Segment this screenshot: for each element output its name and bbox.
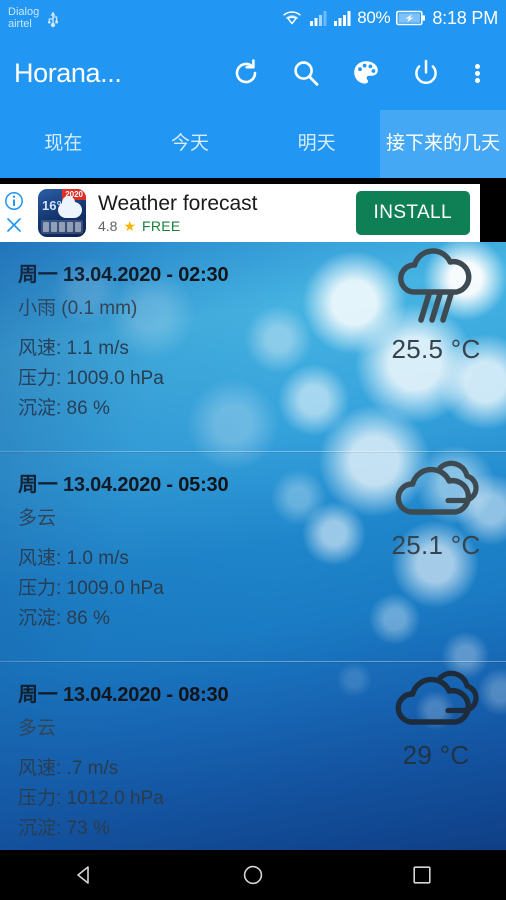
battery-percent: 80% (357, 8, 391, 27)
theme-button[interactable] (342, 49, 390, 97)
recents-icon (410, 863, 434, 887)
status-clock: 8:18 PM (432, 7, 498, 28)
nav-recents-button[interactable] (392, 850, 452, 900)
forecast-precipitation: 沉淀: 86 % (18, 608, 110, 629)
forecast-temperature: 29 °C (402, 740, 470, 770)
forecast-precipitation: 沉淀: 73 % (18, 818, 110, 839)
forecast-pressure: 压力: 1009.0 hPa (18, 578, 164, 599)
palette-icon (351, 58, 381, 88)
forecast-temperature: 25.5 °C (391, 334, 481, 364)
more-vert-icon (474, 62, 480, 85)
tab-now[interactable]: 现在 (0, 110, 127, 178)
wifi-icon (283, 11, 302, 25)
ad-info-icon[interactable] (4, 191, 24, 211)
ad-title: Weather forecast (98, 191, 258, 215)
nav-home-button[interactable] (223, 850, 283, 900)
ad-rating: 4.8 (98, 218, 118, 234)
ad-icon-cloud (58, 196, 82, 218)
tab-today[interactable]: 今天 (127, 110, 254, 178)
ad-subtitle: 4.8 ★ FREE (98, 218, 356, 235)
forecast-summary: 25.1 °C (376, 450, 496, 561)
forecast-list[interactable]: 周一 13.04.2020 - 02:30 小雨 (0.1 mm) 风速: 1.… (0, 242, 506, 850)
forecast-summary: 29 °C (376, 660, 496, 771)
forecast-row[interactable]: 周一 13.04.2020 - 02:30 小雨 (0.1 mm) 风速: 1.… (0, 242, 506, 452)
ad-icon-forecast-strip (41, 220, 83, 234)
back-icon (72, 863, 96, 887)
forecast-pressure: 压力: 1012.0 hPa (18, 788, 164, 809)
tab-next-days[interactable]: 接下来的几天 (380, 110, 506, 178)
carrier-line-1: Dialog (8, 6, 40, 18)
forecast-summary: 25.5 °C (376, 242, 496, 365)
carrier-label: Dialog airtel (8, 6, 39, 30)
refresh-button[interactable] (222, 49, 270, 97)
star-icon: ★ (123, 217, 137, 234)
forecast-row[interactable]: 周一 13.04.2020 - 05:30 多云 风速: 1.0 m/s 压力:… (0, 452, 506, 662)
app-bar-actions (222, 49, 492, 97)
ad-app-icon: 16°C 2020 (38, 189, 86, 237)
android-nav-bar (0, 850, 506, 900)
search-button[interactable] (282, 49, 330, 97)
overflow-menu-button[interactable] (462, 49, 492, 97)
home-icon (241, 863, 265, 887)
power-button[interactable] (402, 49, 450, 97)
ad-text-block: Weather forecast 4.8 ★ FREE (98, 192, 356, 235)
status-bar: Dialog airtel 80% 8:18 PM (0, 0, 506, 36)
tab-tomorrow[interactable]: 明天 (253, 110, 380, 178)
forecast-pressure: 压力: 1009.0 hPa (18, 368, 164, 389)
forecast-row[interactable]: 周一 13.04.2020 - 08:30 多云 风速: .7 m/s 压力: … (0, 662, 506, 850)
carrier-line-2: airtel (8, 18, 32, 30)
nav-back-button[interactable] (54, 850, 114, 900)
usb-icon (46, 8, 62, 28)
weather-app-screen: Dialog airtel 80% 8:18 PM Horana... 现在 今… (0, 0, 506, 900)
cloudy-icon (388, 450, 484, 524)
ad-banner[interactable]: 16°C 2020 Weather forecast 4.8 ★ FREE IN… (28, 184, 480, 242)
refresh-icon (231, 58, 261, 88)
status-icons: 80% 8:18 PM (281, 8, 498, 29)
page-title: Horana... (14, 57, 122, 88)
battery-charging-icon (396, 10, 426, 26)
forecast-temperature: 25.1 °C (391, 530, 481, 560)
forecast-precipitation: 沉淀: 86 % (18, 398, 110, 419)
signal-icon-1 (310, 11, 327, 26)
rain-cloud-icon (388, 242, 484, 328)
ad-close-icon[interactable] (4, 215, 24, 235)
ad-install-button[interactable]: INSTALL (355, 191, 470, 235)
cloudy-icon (388, 660, 484, 734)
ad-price: FREE (142, 218, 181, 234)
power-icon (411, 58, 441, 88)
signal-icon-2 (334, 11, 351, 26)
search-icon (291, 58, 321, 88)
ad-badge-column (0, 184, 28, 242)
app-bar: Horana... (0, 36, 506, 110)
tab-bar: 现在 今天 明天 接下来的几天 (0, 110, 506, 178)
